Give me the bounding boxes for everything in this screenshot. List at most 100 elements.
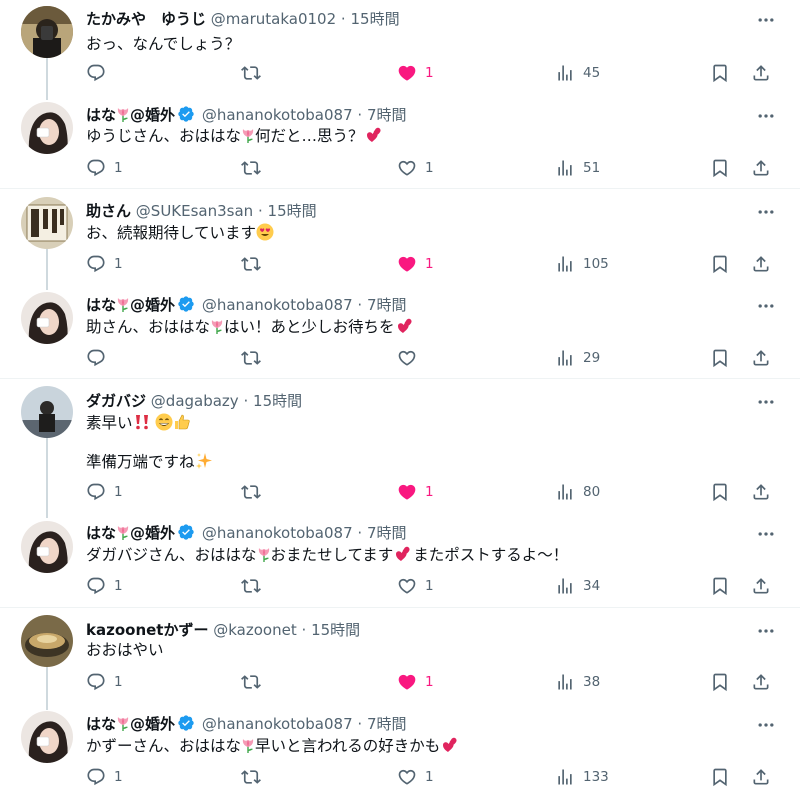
- like-button[interactable]: 1: [397, 252, 434, 276]
- timestamp[interactable]: 15時間: [350, 10, 399, 28]
- avatar[interactable]: [21, 615, 73, 667]
- timestamp[interactable]: 7時間: [367, 524, 407, 542]
- display-name[interactable]: はな @婚外: [86, 524, 175, 542]
- timestamp[interactable]: 15時間: [253, 392, 302, 410]
- reply-button[interactable]: 1: [86, 670, 123, 694]
- views-button[interactable]: 34: [555, 574, 600, 598]
- user-handle[interactable]: @hananokotoba087: [202, 106, 353, 124]
- like-button[interactable]: 1: [397, 574, 434, 598]
- more-icon[interactable]: [756, 202, 776, 222]
- retweet-button[interactable]: [241, 61, 269, 85]
- like-button[interactable]: 1: [397, 156, 434, 180]
- retweet-button[interactable]: [241, 574, 269, 598]
- display-name[interactable]: ダガバジ: [86, 392, 146, 410]
- timestamp[interactable]: 7時間: [367, 106, 407, 124]
- user-handle[interactable]: @hananokotoba087: [202, 296, 353, 314]
- user-handle[interactable]: @SUKEsan3san: [136, 202, 253, 220]
- reply-icon: [86, 254, 106, 274]
- avatar[interactable]: [21, 711, 73, 763]
- share-button[interactable]: [751, 574, 771, 598]
- display-name[interactable]: はな @婚外: [86, 106, 175, 124]
- display-name[interactable]: たかみや ゆうじ: [86, 10, 206, 28]
- avatar[interactable]: [21, 6, 73, 58]
- user-handle[interactable]: @dagabazy: [151, 392, 239, 410]
- user-handle[interactable]: @hananokotoba087: [202, 524, 353, 542]
- bookmark-button[interactable]: [710, 480, 730, 504]
- like-button[interactable]: 1: [397, 765, 434, 789]
- avatar[interactable]: [21, 292, 73, 344]
- share-button[interactable]: [751, 346, 771, 370]
- display-name[interactable]: kazoonetかずー: [86, 621, 208, 639]
- timestamp[interactable]: 15時間: [268, 202, 317, 220]
- bookmark-button[interactable]: [710, 61, 730, 85]
- reply-button[interactable]: 1: [86, 156, 123, 180]
- more-icon[interactable]: [756, 106, 776, 126]
- retweet-button[interactable]: [241, 156, 269, 180]
- share-button[interactable]: [751, 252, 771, 276]
- views-icon: [555, 158, 575, 178]
- views-icon: [555, 348, 575, 368]
- timestamp[interactable]: 7時間: [367, 296, 407, 314]
- bookmark-button[interactable]: [710, 670, 730, 694]
- share-button[interactable]: [751, 765, 771, 789]
- timestamp[interactable]: 15時間: [311, 621, 360, 639]
- more-icon[interactable]: [756, 392, 776, 412]
- share-button[interactable]: [751, 156, 771, 180]
- views-button[interactable]: 133: [555, 765, 609, 789]
- avatar[interactable]: [21, 521, 73, 573]
- like-button[interactable]: [397, 346, 425, 370]
- bookmark-icon: [710, 576, 730, 596]
- reply-button[interactable]: [86, 346, 114, 370]
- reply-button[interactable]: 1: [86, 574, 123, 598]
- avatar[interactable]: [21, 386, 73, 438]
- avatar[interactable]: [21, 197, 73, 249]
- more-icon[interactable]: [756, 10, 776, 30]
- views-button[interactable]: 51: [555, 156, 600, 180]
- reply-icon: [86, 672, 106, 692]
- user-handle[interactable]: @kazoonet: [213, 621, 296, 639]
- reply-icon: [86, 576, 106, 596]
- retweet-button[interactable]: [241, 252, 269, 276]
- reply-icon: [86, 767, 106, 787]
- reply-button[interactable]: [86, 61, 114, 85]
- bookmark-button[interactable]: [710, 156, 730, 180]
- display-name[interactable]: はな @婚外: [86, 715, 175, 733]
- display-name[interactable]: 助さん: [86, 202, 131, 220]
- retweet-button[interactable]: [241, 346, 269, 370]
- more-icon[interactable]: [756, 621, 776, 641]
- views-button[interactable]: 38: [555, 670, 600, 694]
- reply-icon: [86, 482, 106, 502]
- views-button[interactable]: 45: [555, 61, 600, 85]
- views-button[interactable]: 80: [555, 480, 600, 504]
- thread-divider: [0, 188, 800, 189]
- reply-button[interactable]: 1: [86, 252, 123, 276]
- like-button[interactable]: 1: [397, 480, 434, 504]
- share-button[interactable]: [751, 61, 771, 85]
- user-handle[interactable]: @marutaka0102: [211, 10, 336, 28]
- more-icon[interactable]: [756, 296, 776, 316]
- reply-button[interactable]: 1: [86, 480, 123, 504]
- more-icon[interactable]: [756, 524, 776, 544]
- reply-button[interactable]: 1: [86, 765, 123, 789]
- retweet-button[interactable]: [241, 765, 269, 789]
- two-hearts-icon: [393, 545, 413, 563]
- avatar[interactable]: [21, 102, 73, 154]
- bookmark-button[interactable]: [710, 765, 730, 789]
- more-icon[interactable]: [756, 715, 776, 735]
- like-button[interactable]: 1: [397, 670, 434, 694]
- share-button[interactable]: [751, 480, 771, 504]
- views-button[interactable]: 29: [555, 346, 600, 370]
- user-handle[interactable]: @hananokotoba087: [202, 715, 353, 733]
- timestamp[interactable]: 7時間: [367, 715, 407, 733]
- bookmark-button[interactable]: [710, 252, 730, 276]
- bookmark-button[interactable]: [710, 574, 730, 598]
- share-button[interactable]: [751, 670, 771, 694]
- retweet-button[interactable]: [241, 670, 269, 694]
- bookmark-button[interactable]: [710, 346, 730, 370]
- like-button[interactable]: 1: [397, 61, 434, 85]
- verified-badge-icon: [177, 714, 195, 732]
- views-button[interactable]: 105: [555, 252, 609, 276]
- display-name[interactable]: はな @婚外: [86, 296, 175, 314]
- retweet-button[interactable]: [241, 480, 269, 504]
- bookmark-icon: [710, 158, 730, 178]
